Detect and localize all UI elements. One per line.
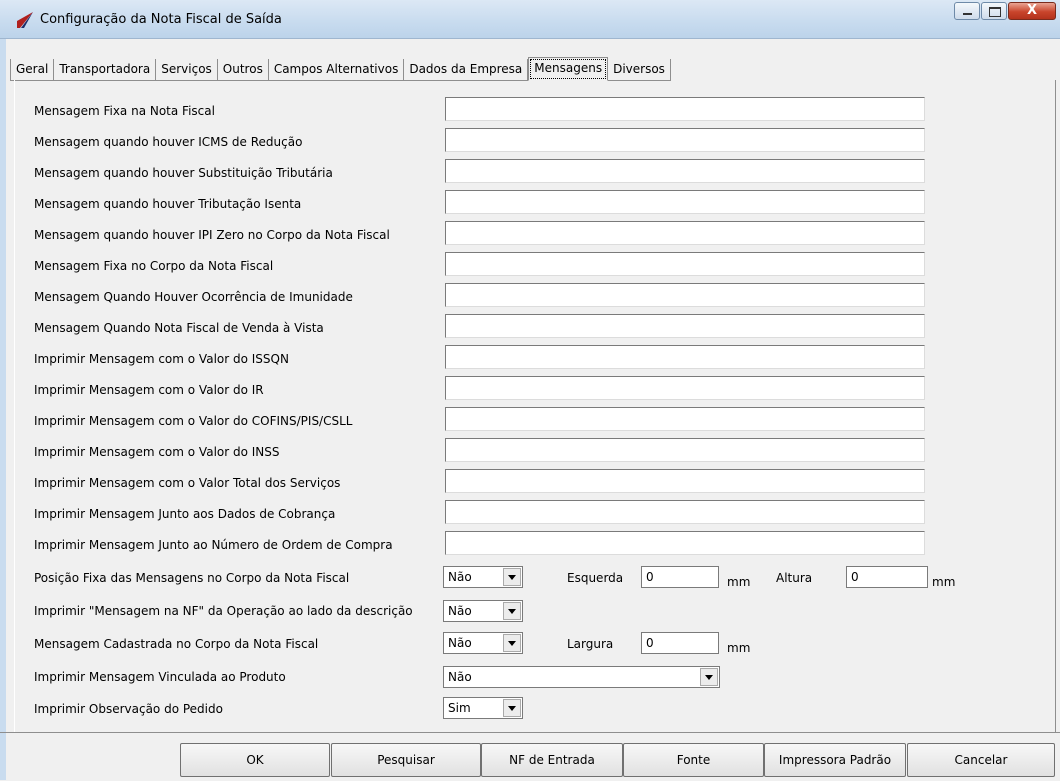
pesquisar-button[interactable]: Pesquisar — [331, 743, 481, 777]
input-total-servicos[interactable] — [445, 469, 925, 493]
select-observacao-pedido-value: Sim — [448, 701, 471, 715]
label-venda-vista: Mensagem Quando Nota Fiscal de Venda à V… — [34, 321, 324, 335]
input-tributacao-isenta[interactable] — [445, 190, 925, 214]
label-esquerda: Esquerda — [567, 571, 624, 585]
chevron-down-icon[interactable] — [503, 699, 521, 717]
chevron-down-icon[interactable] — [503, 602, 521, 620]
tab-strip: Geral Transportadora Serviços Outros Cam… — [10, 57, 671, 81]
window-title: Configuração da Nota Fiscal de Saída — [40, 12, 282, 27]
label-tributacao-isenta: Mensagem quando houver Tributação Isenta — [34, 197, 302, 211]
select-mensagem-vinculada[interactable]: Não — [443, 666, 720, 688]
input-dados-cobranca[interactable] — [445, 500, 925, 524]
label-total-servicos: Imprimir Mensagem com o Valor Total dos … — [34, 476, 341, 490]
label-ir: Imprimir Mensagem com o Valor do IR — [34, 383, 264, 397]
maximize-icon — [989, 7, 1001, 17]
label-mensagem-fixa-nota: Mensagem Fixa na Nota Fiscal — [34, 104, 215, 118]
tab-transportadora[interactable]: Transportadora — [54, 59, 157, 80]
input-largura[interactable]: 0 — [641, 632, 719, 654]
cancelar-button[interactable]: Cancelar — [907, 743, 1055, 777]
input-ipi-zero[interactable] — [445, 221, 925, 245]
esquerda-unit: mm — [727, 575, 751, 589]
maximize-button[interactable] — [981, 2, 1007, 20]
input-icms-reducao[interactable] — [445, 128, 925, 152]
label-posicao-fixa: Posição Fixa das Mensagens no Corpo da N… — [34, 571, 350, 585]
input-ir[interactable] — [445, 376, 925, 400]
label-icms-reducao: Mensagem quando houver ICMS de Redução — [34, 135, 303, 149]
select-mensagem-vinculada-value: Não — [448, 670, 472, 684]
app-logo-icon — [17, 12, 33, 28]
largura-unit: mm — [727, 641, 751, 655]
chevron-down-icon[interactable] — [700, 668, 718, 686]
input-ordem-compra[interactable] — [445, 531, 925, 555]
input-fixa-corpo[interactable] — [445, 252, 925, 276]
chevron-down-icon[interactable] — [503, 634, 521, 652]
label-largura: Largura — [567, 637, 614, 651]
window-controls: X — [953, 2, 1056, 20]
tab-outros[interactable]: Outros — [218, 59, 269, 80]
close-icon: X — [1026, 3, 1038, 18]
tab-mensagens[interactable]: Mensagens — [528, 57, 609, 81]
input-venda-vista[interactable] — [445, 314, 925, 338]
input-cofins-pis-csll[interactable] — [445, 407, 925, 431]
input-altura[interactable]: 0 — [846, 566, 928, 588]
label-mensagem-nf-operacao: Imprimir "Mensagem na NF" da Operação ao… — [34, 604, 413, 618]
chevron-down-icon[interactable] — [503, 568, 521, 586]
altura-unit: mm — [932, 575, 956, 589]
select-posicao-fixa-value: Não — [448, 570, 472, 584]
label-observacao-pedido: Imprimir Observação do Pedido — [34, 702, 223, 716]
input-esquerda[interactable]: 0 — [641, 566, 719, 588]
select-mensagem-cadastrada[interactable]: Não — [443, 632, 523, 654]
input-substituicao-tributaria[interactable] — [445, 159, 925, 183]
ok-button[interactable]: OK — [180, 743, 330, 777]
input-inss[interactable] — [445, 438, 925, 462]
label-imunidade: Mensagem Quando Houver Ocorrência de Imu… — [34, 290, 353, 304]
minimize-button[interactable] — [954, 2, 980, 20]
select-mensagem-nf-operacao-value: Não — [448, 604, 472, 618]
label-ipi-zero: Mensagem quando houver IPI Zero no Corpo… — [34, 228, 390, 242]
select-mensagem-cadastrada-value: Não — [448, 636, 472, 650]
label-inss: Imprimir Mensagem com o Valor do INSS — [34, 445, 280, 459]
input-imunidade[interactable] — [445, 283, 925, 307]
title-bar[interactable]: Configuração da Nota Fiscal de Saída X — [0, 0, 1060, 39]
tab-geral[interactable]: Geral — [10, 59, 55, 80]
tab-dados-da-empresa[interactable]: Dados da Empresa — [404, 59, 529, 80]
minimize-icon — [963, 13, 972, 15]
select-observacao-pedido[interactable]: Sim — [443, 697, 523, 719]
label-ordem-compra: Imprimir Mensagem Junto ao Número de Ord… — [34, 538, 393, 552]
label-issqn: Imprimir Mensagem com o Valor do ISSQN — [34, 352, 289, 366]
tab-campos-alternativos[interactable]: Campos Alternativos — [269, 59, 405, 80]
label-cofins-pis-csll: Imprimir Mensagem com o Valor do COFINS/… — [34, 414, 353, 428]
fonte-button[interactable]: Fonte — [623, 743, 764, 777]
impressora-padrao-button[interactable]: Impressora Padrão — [764, 743, 906, 777]
label-altura: Altura — [776, 571, 813, 585]
tab-diversos[interactable]: Diversos — [608, 59, 671, 80]
select-posicao-fixa[interactable]: Não — [443, 566, 523, 588]
label-substituicao-tributaria: Mensagem quando houver Substituição Trib… — [34, 166, 333, 180]
select-mensagem-nf-operacao[interactable]: Não — [443, 600, 523, 622]
close-button[interactable]: X — [1008, 2, 1056, 20]
button-bar: OK Pesquisar NF de Entrada Fonte Impress… — [0, 732, 1060, 781]
label-mensagem-cadastrada: Mensagem Cadastrada no Corpo da Nota Fis… — [34, 637, 319, 651]
label-mensagem-vinculada: Imprimir Mensagem Vinculada ao Produto — [34, 670, 286, 684]
label-fixa-corpo: Mensagem Fixa no Corpo da Nota Fiscal — [34, 259, 274, 273]
tab-servicos[interactable]: Serviços — [156, 59, 218, 80]
input-issqn[interactable] — [445, 345, 925, 369]
window-left-border — [0, 38, 6, 780]
input-mensagem-fixa-nota[interactable] — [445, 97, 925, 121]
label-dados-cobranca: Imprimir Mensagem Junto aos Dados de Cob… — [34, 507, 336, 521]
nf-de-entrada-button[interactable]: NF de Entrada — [481, 743, 623, 777]
